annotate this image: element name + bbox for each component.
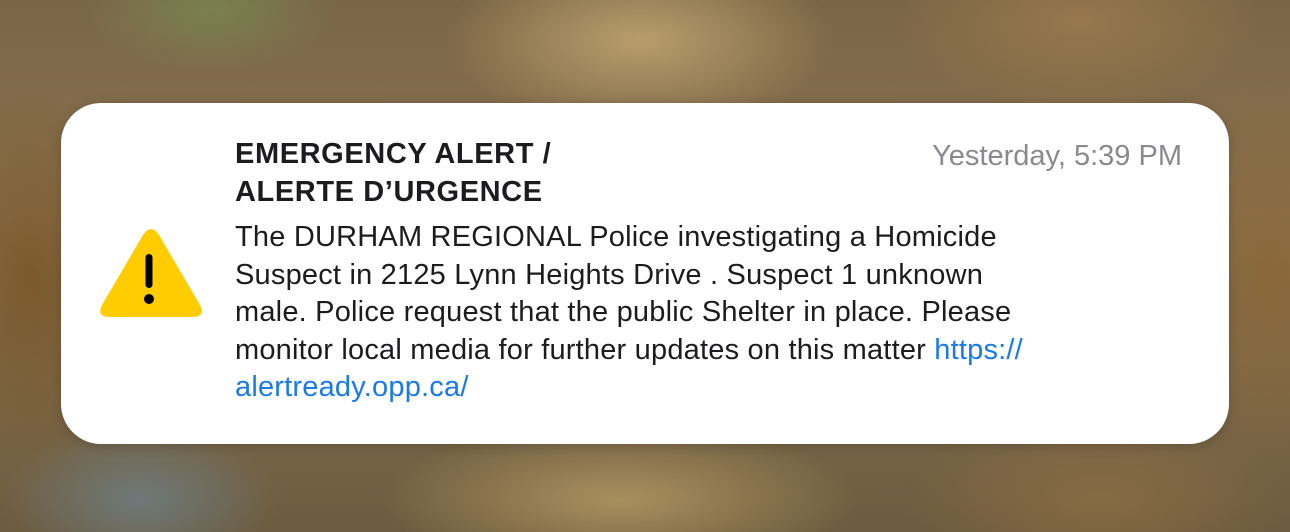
message-line-text: monitor local media for further updates … <box>235 333 935 366</box>
message-line: The DURHAM REGIONAL Police investigating… <box>235 221 997 253</box>
warning-triangle-icon <box>99 227 203 321</box>
alert-title: EMERGENCY ALERT / ALERTE D’URGENCE <box>235 135 795 211</box>
alert-link[interactable]: https:// <box>934 334 1023 366</box>
alert-title-english: EMERGENCY ALERT / <box>235 138 552 170</box>
message-line: monitor local media for further updates … <box>235 332 1195 370</box>
alert-timestamp: Yesterday, 5:39 PM <box>932 140 1182 172</box>
alert-message: The DURHAM REGIONAL Police investigating… <box>235 219 1195 407</box>
message-line: male. Police request that the public She… <box>235 296 1012 328</box>
message-line: alertready.opp.ca/ <box>235 369 1195 407</box>
emergency-alert-notification[interactable]: EMERGENCY ALERT / ALERTE D’URGENCE Yeste… <box>61 103 1229 444</box>
alert-link-continued[interactable]: alertready.opp.ca/ <box>235 371 469 403</box>
alert-title-french: ALERTE D’URGENCE <box>235 176 543 208</box>
message-line: Suspect in 2125 Lynn Heights Drive . Sus… <box>235 258 984 291</box>
